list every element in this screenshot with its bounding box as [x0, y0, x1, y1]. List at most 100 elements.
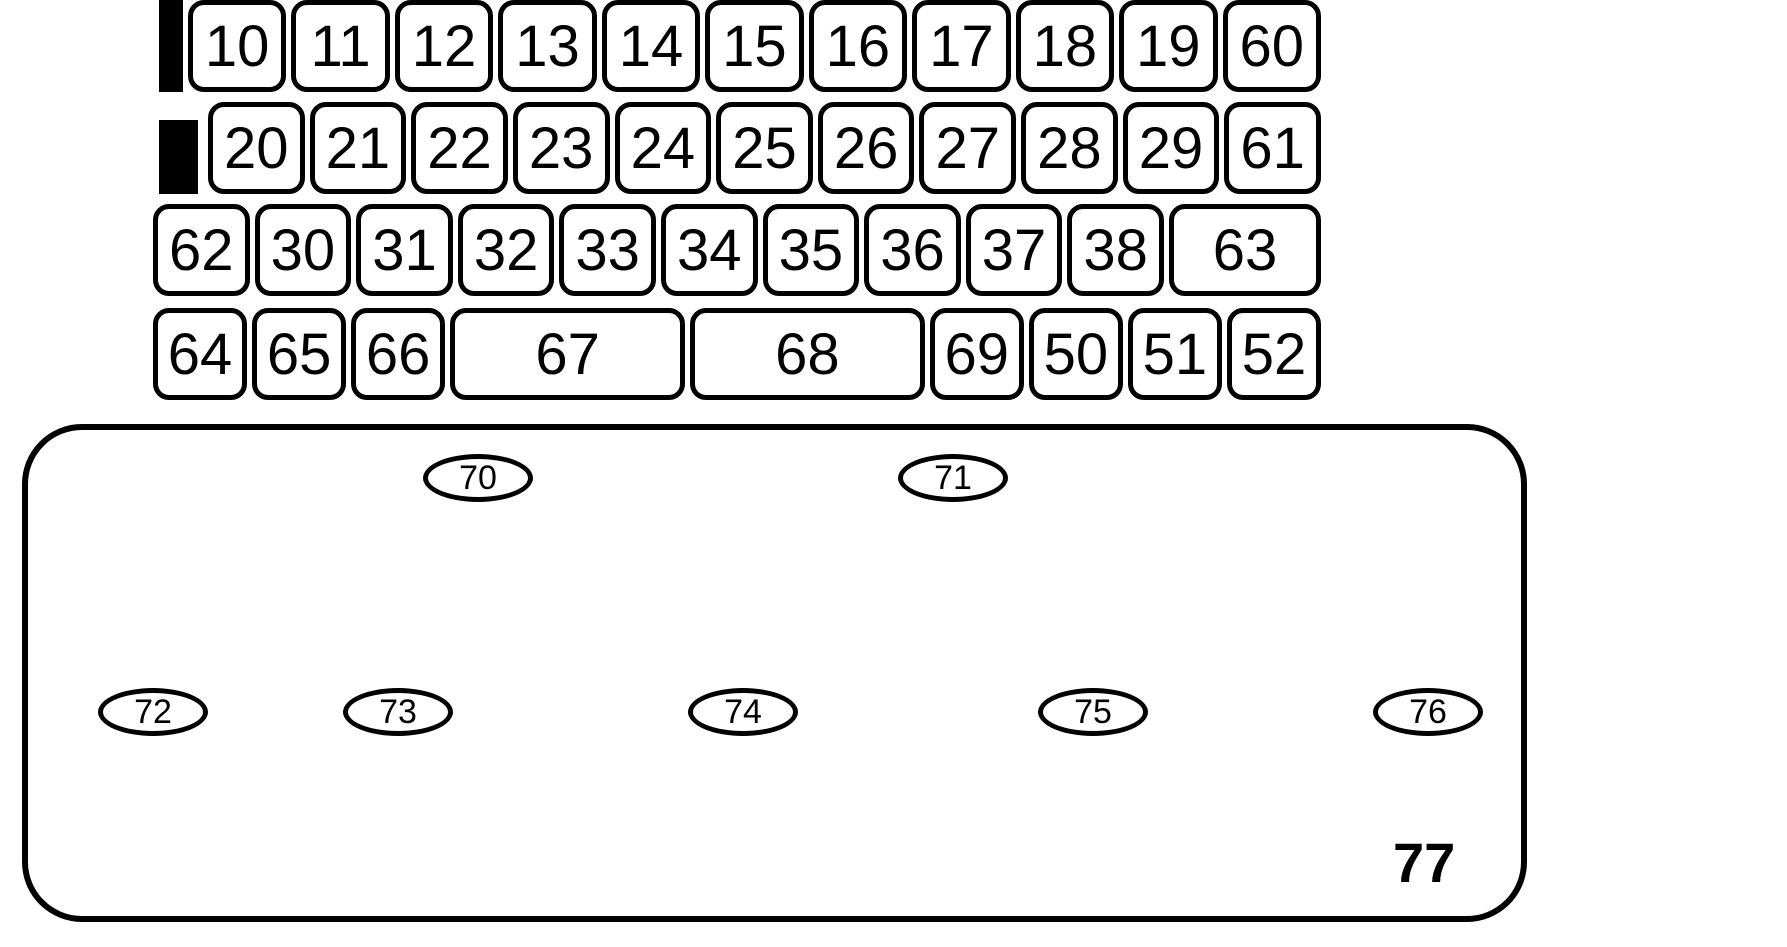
- key-label: 24: [631, 115, 696, 182]
- key-label: 38: [1083, 217, 1148, 284]
- key-13[interactable]: 13: [498, 0, 596, 92]
- key-label: 14: [619, 13, 684, 80]
- key-row-1: 10 11 12 13 14 15 16 17 18 19 60: [159, 0, 1321, 92]
- key-11[interactable]: 11: [291, 0, 389, 92]
- key-63[interactable]: 63: [1169, 204, 1321, 296]
- oval-72[interactable]: 72: [98, 688, 208, 736]
- key-label: 12: [412, 13, 477, 80]
- key-10[interactable]: 10: [188, 0, 286, 92]
- oval-74[interactable]: 74: [688, 688, 798, 736]
- key-65[interactable]: 65: [252, 308, 346, 400]
- key-label: 30: [271, 217, 336, 284]
- key-label: 68: [775, 321, 840, 388]
- key-label: 16: [826, 13, 891, 80]
- key-50[interactable]: 50: [1029, 308, 1123, 400]
- key-66[interactable]: 66: [351, 308, 445, 400]
- key-label: 35: [779, 217, 844, 284]
- key-20[interactable]: 20: [208, 102, 305, 194]
- key-label: 67: [535, 321, 600, 388]
- key-label: 34: [677, 217, 742, 284]
- key-27[interactable]: 27: [919, 102, 1016, 194]
- key-69[interactable]: 69: [930, 308, 1024, 400]
- key-row-4: 64 65 66 67 68 69 50 51 52: [153, 308, 1321, 400]
- key-61[interactable]: 61: [1224, 102, 1321, 194]
- key-label: 28: [1037, 115, 1102, 182]
- key-label: 20: [224, 115, 289, 182]
- key-28[interactable]: 28: [1021, 102, 1118, 194]
- key-label: 66: [366, 321, 431, 388]
- key-label: 37: [982, 217, 1047, 284]
- key-31[interactable]: 31: [356, 204, 453, 296]
- oval-73[interactable]: 73: [343, 688, 453, 736]
- key-label: 65: [267, 321, 332, 388]
- key-37[interactable]: 37: [966, 204, 1063, 296]
- key-22[interactable]: 22: [411, 102, 508, 194]
- key-38[interactable]: 38: [1067, 204, 1164, 296]
- key-label: 18: [1033, 13, 1098, 80]
- key-label: 25: [732, 115, 797, 182]
- key-26[interactable]: 26: [818, 102, 915, 194]
- key-15[interactable]: 15: [705, 0, 803, 92]
- oval-75[interactable]: 75: [1038, 688, 1148, 736]
- key-label: 50: [1044, 321, 1109, 388]
- key-label: 26: [834, 115, 899, 182]
- key-label: 52: [1242, 321, 1307, 388]
- key-67[interactable]: 67: [450, 308, 685, 400]
- oval-label: 76: [1409, 693, 1447, 732]
- key-label: 10: [205, 13, 270, 80]
- key-17[interactable]: 17: [912, 0, 1010, 92]
- key-label: 69: [945, 321, 1010, 388]
- key-label: 36: [880, 217, 945, 284]
- keyboard-area: 10 11 12 13 14 15 16 17 18 19 60 20 21 2…: [159, 0, 1321, 404]
- key-29[interactable]: 29: [1123, 102, 1220, 194]
- key-label: 27: [935, 115, 1000, 182]
- key-label: 33: [575, 217, 640, 284]
- key-60[interactable]: 60: [1223, 0, 1321, 92]
- key-19[interactable]: 19: [1119, 0, 1217, 92]
- key-row-3: 62 30 31 32 33 34 35 36 37 38 63: [153, 204, 1321, 296]
- touchpad-panel[interactable]: 70 71 72 73 74 75 76 77: [22, 424, 1527, 922]
- key-label: 11: [310, 13, 370, 80]
- key-23[interactable]: 23: [513, 102, 610, 194]
- key-32[interactable]: 32: [458, 204, 555, 296]
- key-label: 29: [1139, 115, 1204, 182]
- key-64[interactable]: 64: [153, 308, 247, 400]
- key-25[interactable]: 25: [716, 102, 813, 194]
- black-block-row2: [159, 120, 198, 194]
- key-35[interactable]: 35: [763, 204, 860, 296]
- key-62[interactable]: 62: [153, 204, 250, 296]
- key-30[interactable]: 30: [255, 204, 352, 296]
- key-label: 22: [427, 115, 492, 182]
- panel-label-77: 77: [1393, 830, 1455, 895]
- key-36[interactable]: 36: [864, 204, 961, 296]
- black-block-row1: [159, 0, 183, 92]
- oval-label: 74: [724, 693, 762, 732]
- key-label: 15: [722, 13, 787, 80]
- key-18[interactable]: 18: [1016, 0, 1114, 92]
- key-label: 32: [474, 217, 539, 284]
- oval-76[interactable]: 76: [1373, 688, 1483, 736]
- key-label: 13: [515, 13, 580, 80]
- key-33[interactable]: 33: [559, 204, 656, 296]
- oval-label: 73: [379, 693, 417, 732]
- key-label: 64: [168, 321, 233, 388]
- oval-label: 70: [459, 459, 497, 498]
- key-68[interactable]: 68: [690, 308, 925, 400]
- oval-71[interactable]: 71: [898, 454, 1008, 502]
- oval-label: 72: [134, 693, 172, 732]
- key-row-2: 20 21 22 23 24 25 26 27 28 29 61: [159, 102, 1321, 194]
- key-12[interactable]: 12: [395, 0, 493, 92]
- key-52[interactable]: 52: [1227, 308, 1321, 400]
- key-24[interactable]: 24: [615, 102, 712, 194]
- key-14[interactable]: 14: [602, 0, 700, 92]
- key-label: 21: [326, 115, 391, 182]
- key-label: 61: [1240, 115, 1305, 182]
- oval-70[interactable]: 70: [423, 454, 533, 502]
- oval-label: 75: [1074, 693, 1112, 732]
- key-51[interactable]: 51: [1128, 308, 1222, 400]
- key-21[interactable]: 21: [310, 102, 407, 194]
- key-label: 19: [1136, 13, 1201, 80]
- key-label: 63: [1213, 217, 1278, 284]
- key-34[interactable]: 34: [661, 204, 758, 296]
- key-16[interactable]: 16: [809, 0, 907, 92]
